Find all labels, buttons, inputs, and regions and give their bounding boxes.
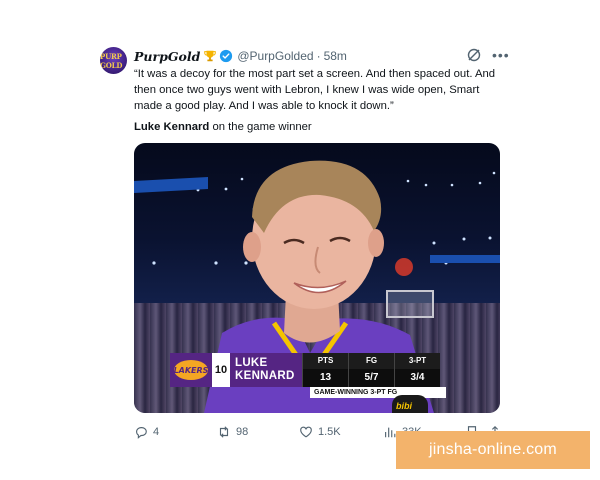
verified-badge-icon xyxy=(220,49,233,63)
handle[interactable]: @PurpGolded xyxy=(237,49,313,63)
stat-value: 13 xyxy=(303,369,348,387)
timestamp[interactable]: 58m xyxy=(324,49,347,63)
stat-fg: FG 5/7 xyxy=(348,353,394,387)
avatar-logo-text: PURP GOLD xyxy=(100,51,123,70)
post-attribution: Luke Kennard on the game winner xyxy=(134,121,312,133)
heart-icon xyxy=(300,426,312,438)
stat-label: PTS xyxy=(303,353,348,369)
display-name[interactable]: PurpGold xyxy=(134,49,200,64)
post-body: “It was a decoy for the most part set a … xyxy=(134,68,496,112)
post-header: PurpGold @PurpGolded · 58m xyxy=(134,48,347,64)
jersey-number: 10 xyxy=(212,353,230,387)
reply-button[interactable]: 4 xyxy=(134,425,159,439)
post-top-actions: ••• xyxy=(466,47,510,63)
post-media-image[interactable]: LAKERS 10 LUKE KENNARD PTS 13 FG 5/7 3-P… xyxy=(134,143,500,413)
score-lower-third: LAKERS 10 LUKE KENNARD PTS 13 FG 5/7 3-P… xyxy=(170,353,440,387)
reply-icon xyxy=(136,427,147,439)
stat-value: 5/7 xyxy=(349,369,394,387)
stat-label: FG xyxy=(349,353,394,369)
player-last-name: KENNARD xyxy=(235,370,295,382)
game-winning-caption: GAME-WINNING 3-PT FG xyxy=(310,387,446,398)
views-icon xyxy=(385,427,396,438)
lakers-logo: LAKERS xyxy=(170,353,212,387)
more-options-icon[interactable]: ••• xyxy=(492,47,510,63)
microphone-label: bibi xyxy=(396,401,412,411)
repost-count: 98 xyxy=(236,426,249,438)
like-button[interactable]: 1.5K xyxy=(299,425,341,439)
separator-dot: · xyxy=(316,49,321,63)
player-first-name: LUKE xyxy=(235,357,268,369)
grok-icon[interactable] xyxy=(466,47,482,63)
attribution-name: Luke Kennard xyxy=(134,121,210,133)
like-count: 1.5K xyxy=(318,426,341,438)
reply-count: 4 xyxy=(153,426,160,438)
lakers-logo-text: LAKERS xyxy=(174,360,208,380)
watermark: jinsha-online.com xyxy=(396,431,590,469)
stat-3pt: 3-PT 3/4 xyxy=(394,353,440,387)
player-stats: PTS 13 FG 5/7 3-PT 3/4 xyxy=(302,353,440,387)
stat-value: 3/4 xyxy=(395,369,440,387)
attribution-text: on the game winner xyxy=(209,121,312,133)
stat-pts: PTS 13 xyxy=(302,353,348,387)
trophy-icon xyxy=(204,50,217,62)
player-name: LUKE KENNARD xyxy=(230,353,302,387)
avatar[interactable]: PURP GOLD xyxy=(100,47,127,74)
stat-label: 3-PT xyxy=(395,353,440,369)
watermark-text: jinsha-online.com xyxy=(429,441,557,458)
repost-button[interactable]: 98 xyxy=(217,425,248,439)
repost-icon xyxy=(219,426,229,438)
